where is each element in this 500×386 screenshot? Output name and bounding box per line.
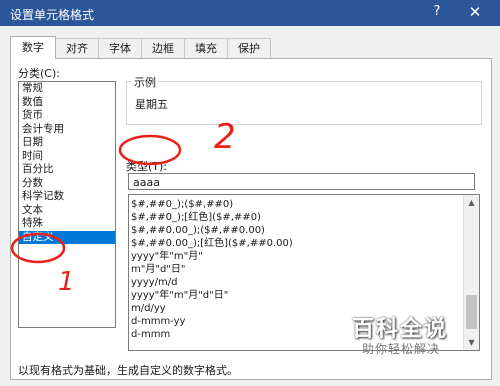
category-label: 分类(C):	[18, 67, 60, 80]
watermark-slogan: 助你轻松解决	[362, 342, 441, 356]
scroll-thumb[interactable]	[466, 295, 477, 329]
close-icon[interactable]: ✕	[466, 3, 484, 23]
format-item[interactable]: m"月"d"日"	[129, 263, 479, 276]
format-item[interactable]: yyyy/m/d	[129, 276, 479, 289]
type-input[interactable]: aaaa	[128, 173, 475, 190]
tab-border[interactable]: 边框	[141, 38, 185, 58]
sample-group: 示例 星期五	[126, 74, 482, 125]
category-item-custom[interactable]: 自定义	[19, 230, 115, 244]
format-item[interactable]: $#,##0_);[红色]($#,##0)	[129, 211, 479, 224]
category-item[interactable]: 数值	[19, 96, 115, 110]
tab-alignment[interactable]: 对齐	[55, 38, 99, 58]
scroll-down-arrow-icon[interactable]: ▼	[464, 335, 479, 350]
type-label: 类型(T):	[126, 160, 168, 173]
category-item[interactable]: 百分比	[19, 163, 115, 177]
footer-description: 以现有格式为基础，生成自定义的数字格式。	[18, 364, 238, 377]
tab-protection[interactable]: 保护	[227, 38, 271, 58]
format-list-scrollbar[interactable]: ▲ ▼	[463, 195, 479, 350]
sample-legend: 示例	[132, 74, 158, 90]
format-item[interactable]: yyyy"年"m"月"d"日"	[129, 289, 479, 302]
category-item[interactable]: 会计专用	[19, 123, 115, 137]
dialog-title: 设置单元格格式	[10, 8, 95, 22]
category-item[interactable]: 文本	[19, 204, 115, 218]
format-item[interactable]: $#,##0.00_);($#,##0.00)	[129, 224, 479, 237]
category-list[interactable]: 常规 数值 货币 会计专用 日期 时间 百分比 分数 科学记数 文本 特殊 自定…	[18, 81, 116, 328]
format-item[interactable]: yyyy"年"m"月"	[129, 250, 479, 263]
help-icon[interactable]: ?	[428, 4, 446, 22]
tab-number[interactable]: 数字	[10, 36, 56, 59]
format-item[interactable]: $#,##0.00_);[红色]($#,##0.00)	[129, 237, 479, 250]
tab-fill[interactable]: 填充	[184, 38, 228, 58]
format-item[interactable]: $#,##0_);($#,##0)	[129, 198, 479, 211]
category-item[interactable]: 时间	[19, 150, 115, 164]
category-item[interactable]: 日期	[19, 136, 115, 150]
watermark-brand: 百科全说	[352, 317, 449, 342]
category-item[interactable]: 科学记数	[19, 190, 115, 204]
sample-value: 星期五	[135, 98, 168, 111]
scroll-up-arrow-icon[interactable]: ▲	[464, 195, 479, 210]
category-item[interactable]: 分数	[19, 177, 115, 191]
category-item[interactable]: 货币	[19, 109, 115, 123]
category-item[interactable]: 特殊	[19, 217, 115, 231]
title-bar: 设置单元格格式 ? ✕	[0, 0, 500, 26]
tab-font[interactable]: 字体	[98, 38, 142, 58]
category-item[interactable]: 常规	[19, 82, 115, 96]
